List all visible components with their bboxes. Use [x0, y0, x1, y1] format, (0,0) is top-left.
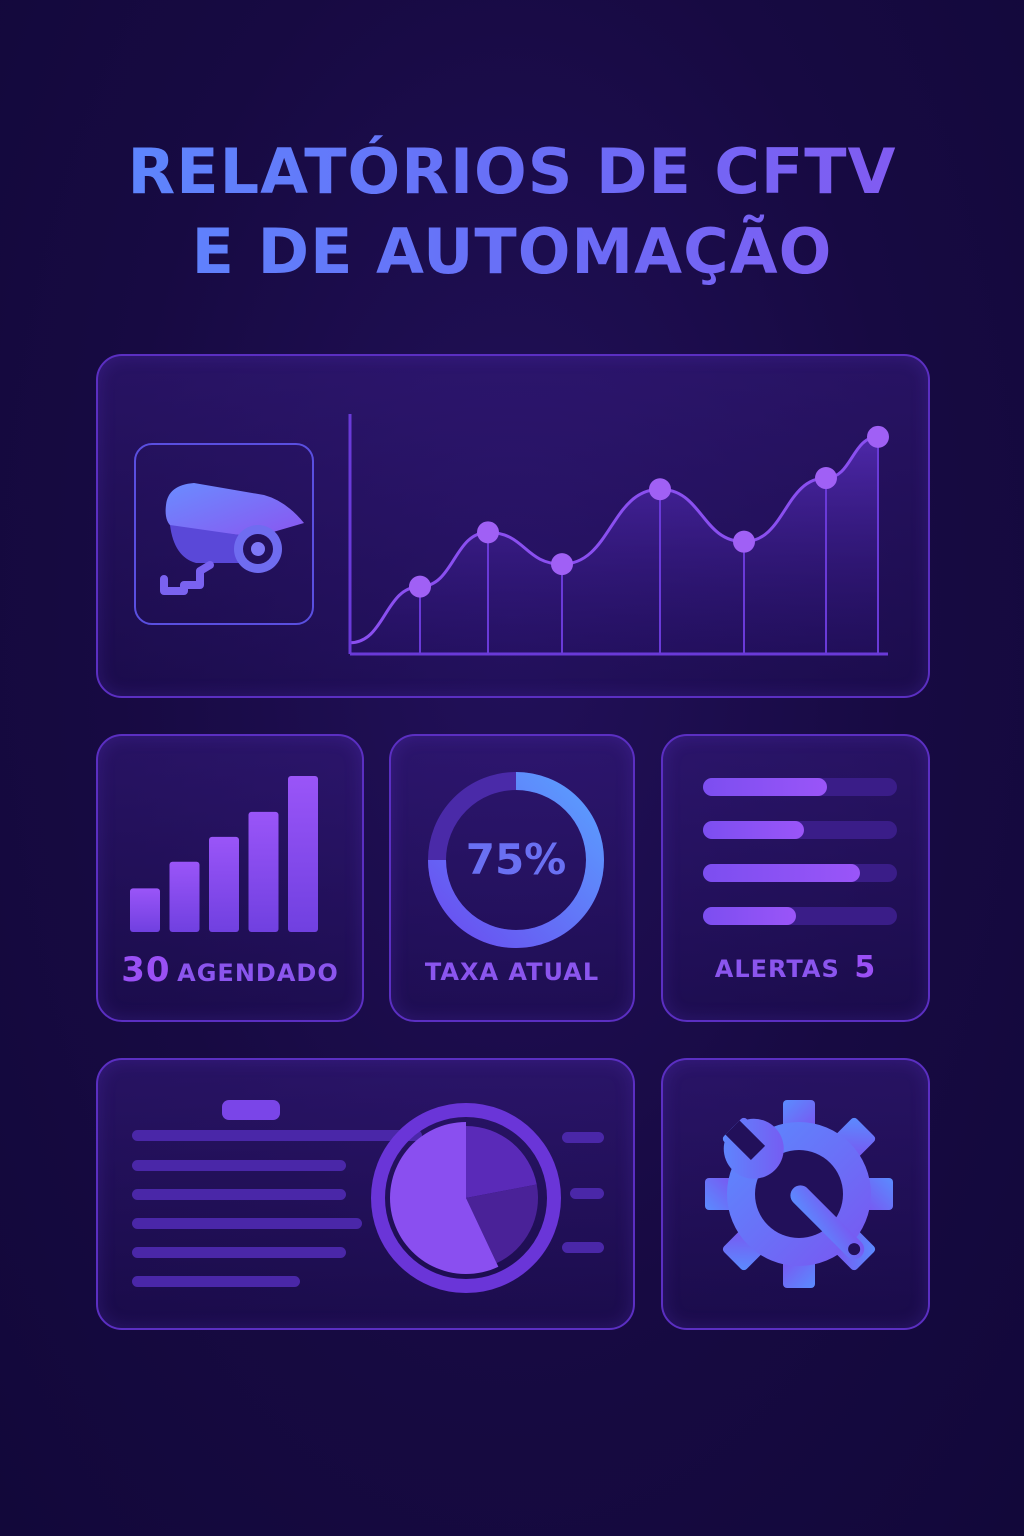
alert-level-bar [703, 778, 897, 796]
data-point [867, 425, 889, 448]
bar [248, 811, 279, 932]
alert-level-fill [703, 907, 797, 925]
trend-area [350, 436, 878, 654]
trend-area-chart [348, 414, 889, 656]
settings-card[interactable] [661, 1058, 930, 1330]
alert-level-fill [703, 864, 861, 882]
alert-level-bar [703, 864, 897, 882]
scheduled-card[interactable]: 30 AGENDADO [96, 734, 364, 1022]
alert-level-bar [703, 907, 897, 925]
bar [288, 776, 318, 932]
alerts-label: ALERTAS 5 [663, 950, 928, 985]
alerts-card[interactable]: ALERTAS 5 [661, 734, 930, 1022]
bar-chart [130, 776, 318, 932]
title-line-1: RELATÓRIOS DE CFTV [127, 135, 897, 208]
scheduled-text: AGENDADO [177, 959, 339, 987]
pie-chart [371, 1103, 561, 1293]
gear-wrench-icon [705, 1100, 893, 1288]
cctv-trend-panel[interactable] [96, 354, 930, 698]
bar [130, 888, 160, 932]
title-line-2: E DE AUTOMAÇÃO [191, 215, 833, 288]
rate-card[interactable]: 75% TAXA ATUAL [389, 734, 635, 1022]
data-point [815, 467, 837, 490]
rate-label: TAXA ATUAL [424, 958, 600, 986]
report-card[interactable] [96, 1058, 635, 1330]
data-point [551, 553, 573, 576]
cctv-camera-icon [160, 483, 304, 595]
page-title: RELATÓRIOS DE CFTV E DE AUTOMAÇÃO [0, 132, 1024, 292]
data-point [477, 521, 499, 544]
data-point [733, 530, 755, 553]
camera-tile[interactable] [134, 443, 314, 625]
ring-gauge: 75% [428, 772, 604, 948]
alerts-count: 5 [854, 950, 877, 985]
scheduled-label: 30 AGENDADO [98, 950, 362, 990]
data-point [649, 478, 671, 501]
gauge-value: 75% [466, 835, 567, 884]
alert-level-bar [703, 821, 897, 839]
scheduled-count: 30 [121, 950, 171, 990]
bar [169, 861, 200, 932]
alerts-text: ALERTAS [714, 955, 840, 983]
data-point [409, 575, 431, 598]
bar [209, 836, 239, 932]
alert-level-fill [703, 778, 828, 796]
alert-level-fill [703, 821, 804, 839]
